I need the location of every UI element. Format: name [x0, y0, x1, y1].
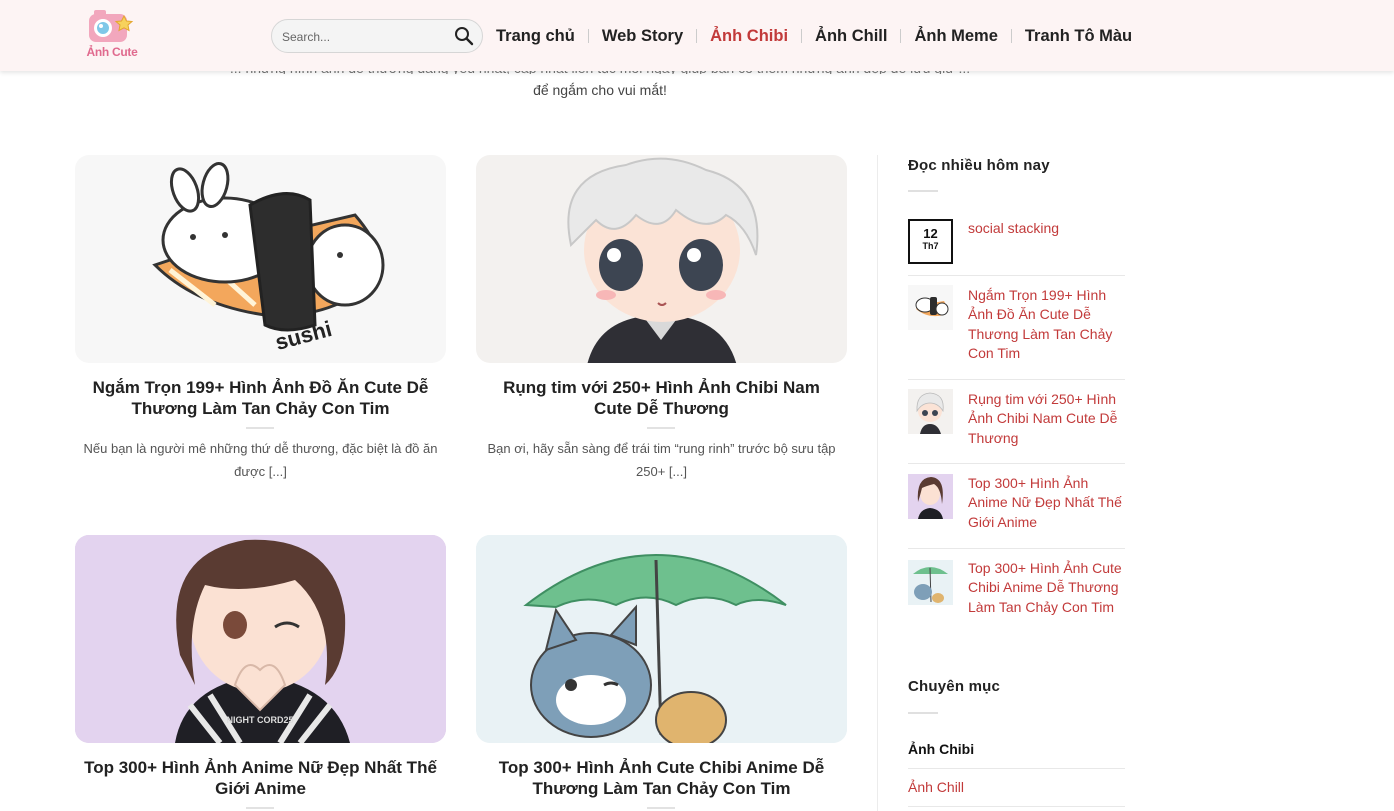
- nav-item-trang-chu[interactable]: Trang chủ: [496, 27, 575, 46]
- search-input[interactable]: [282, 27, 452, 47]
- category-item-anh-chill[interactable]: Ảnh Chill: [908, 777, 1125, 797]
- nav-item-web-story[interactable]: Web Story: [602, 27, 683, 46]
- sidebar-divider: [877, 155, 878, 811]
- shirt-text: NIGHT CORD25: [226, 715, 293, 725]
- post-card: sushi Ngắm Trọn 199+ Hình Ảnh Đồ Ăn Cute…: [75, 155, 446, 495]
- title-divider: [246, 807, 274, 809]
- popular-post-thumbnail[interactable]: [908, 474, 953, 519]
- popular-post-item[interactable]: Top 300+ Hình Ảnh Anime Nữ Đẹp Nhất Thế …: [908, 473, 1125, 549]
- post-thumbnail[interactable]: sushi: [75, 155, 446, 363]
- search-box: [271, 19, 483, 53]
- popular-post-thumbnail[interactable]: [908, 389, 953, 434]
- nav-divider: [587, 29, 589, 43]
- category-divider: [908, 768, 1125, 769]
- post-thumbnail[interactable]: [476, 155, 847, 363]
- anime-girl-illustration-icon: NIGHT CORD25: [75, 535, 446, 743]
- popular-post-title[interactable]: social stacking: [968, 219, 1125, 238]
- popular-post-item[interactable]: Rụng tim với 250+ Hình Ảnh Chibi Nam Cut…: [908, 389, 1125, 464]
- nav-item-anh-chibi[interactable]: Ảnh Chibi: [710, 27, 788, 46]
- title-divider: [647, 427, 675, 429]
- chibi-boy-thumb-icon: [916, 392, 944, 434]
- category-intro-end: để ngắm cho vui mắt!: [533, 82, 667, 98]
- popular-post-title[interactable]: Top 300+ Hình Ảnh Anime Nữ Đẹp Nhất Thế …: [968, 474, 1125, 532]
- post-thumbnail[interactable]: NIGHT CORD25: [75, 535, 446, 743]
- nav-divider: [696, 29, 698, 43]
- date-day: 12: [923, 226, 938, 241]
- search-icon[interactable]: [454, 26, 474, 46]
- anime-girl-thumb-icon: [917, 477, 943, 519]
- title-divider: [647, 807, 675, 809]
- post-title[interactable]: Rụng tim với 250+ Hình Ảnh Chibi Nam Cut…: [482, 377, 841, 419]
- sushi-bunny-illustration-icon: sushi: [152, 162, 385, 355]
- nav-divider: [1010, 29, 1012, 43]
- post-title[interactable]: Top 300+ Hình Ảnh Anime Nữ Đẹp Nhất Thế …: [81, 757, 440, 799]
- categories-widget-title: Chuyên mục: [908, 678, 1001, 695]
- sushi-bunny-thumb-icon: [915, 297, 949, 317]
- post-excerpt: Bạn ơi, hãy sẵn sàng để trái tim “rung r…: [487, 441, 836, 479]
- popular-post-thumbnail[interactable]: [908, 285, 953, 330]
- logo-text: Ảnh Cute: [86, 45, 138, 59]
- popular-post-title[interactable]: Ngắm Trọn 199+ Hình Ảnh Đồ Ăn Cute Dễ Th…: [968, 286, 1125, 364]
- popular-post-item[interactable]: 12 Th7 social stacking: [908, 219, 1125, 276]
- site-header: Ảnh Cute Trang chủ Web Story Ảnh Chibi Ả…: [0, 0, 1394, 71]
- date-badge: 12 Th7: [908, 219, 953, 264]
- post-thumbnail[interactable]: [476, 535, 847, 743]
- date-month: Th7: [922, 241, 939, 251]
- post-title[interactable]: Ngắm Trọn 199+ Hình Ảnh Đồ Ăn Cute Dễ Th…: [81, 377, 440, 419]
- post-title[interactable]: Top 300+ Hình Ảnh Cute Chibi Anime Dễ Th…: [482, 757, 841, 799]
- widget-title-underline: [908, 712, 938, 714]
- popular-post-title[interactable]: Rụng tim với 250+ Hình Ảnh Chibi Nam Cut…: [968, 390, 1125, 448]
- category-item-anh-chibi[interactable]: Ảnh Chibi: [908, 739, 1125, 759]
- site-logo[interactable]: Ảnh Cute: [77, 6, 143, 64]
- chibi-boy-illustration-icon: [567, 157, 759, 363]
- popular-post-item[interactable]: Top 300+ Hình Ảnh Cute Chibi Anime Dễ Th…: [908, 558, 1125, 638]
- cat-umbrella-thumb-icon: [913, 567, 948, 603]
- popular-post-title[interactable]: Top 300+ Hình Ảnh Cute Chibi Anime Dễ Th…: [968, 559, 1125, 617]
- nav-item-anh-chill[interactable]: Ảnh Chill: [815, 27, 887, 46]
- widget-title-underline: [908, 190, 938, 192]
- popular-post-item[interactable]: Ngắm Trọn 199+ Hình Ảnh Đồ Ăn Cute Dễ Th…: [908, 285, 1125, 380]
- post-card: Top 300+ Hình Ảnh Cute Chibi Anime Dễ Th…: [476, 535, 847, 811]
- camera-logo-icon: [89, 10, 134, 42]
- popular-widget-title: Đọc nhiều hôm nay: [908, 157, 1050, 174]
- post-excerpt: Nếu bạn là người mê những thứ dễ thương,…: [83, 441, 438, 479]
- cat-umbrella-illustration-icon: [476, 535, 847, 743]
- popular-post-thumbnail[interactable]: [908, 560, 953, 605]
- nav-item-tranh-to-mau[interactable]: Tranh Tô Màu: [1025, 27, 1132, 46]
- category-divider: [908, 806, 1125, 807]
- post-card: NIGHT CORD25 Top 300+ Hình Ảnh Anime Nữ …: [75, 535, 446, 811]
- nav-divider: [801, 29, 803, 43]
- nav-item-anh-meme[interactable]: Ảnh Meme: [914, 27, 997, 46]
- nav-divider: [900, 29, 902, 43]
- main-nav: Trang chủ Web Story Ảnh Chibi Ảnh Chill …: [496, 24, 1132, 48]
- post-card: Rụng tim với 250+ Hình Ảnh Chibi Nam Cut…: [476, 155, 847, 495]
- title-divider: [246, 427, 274, 429]
